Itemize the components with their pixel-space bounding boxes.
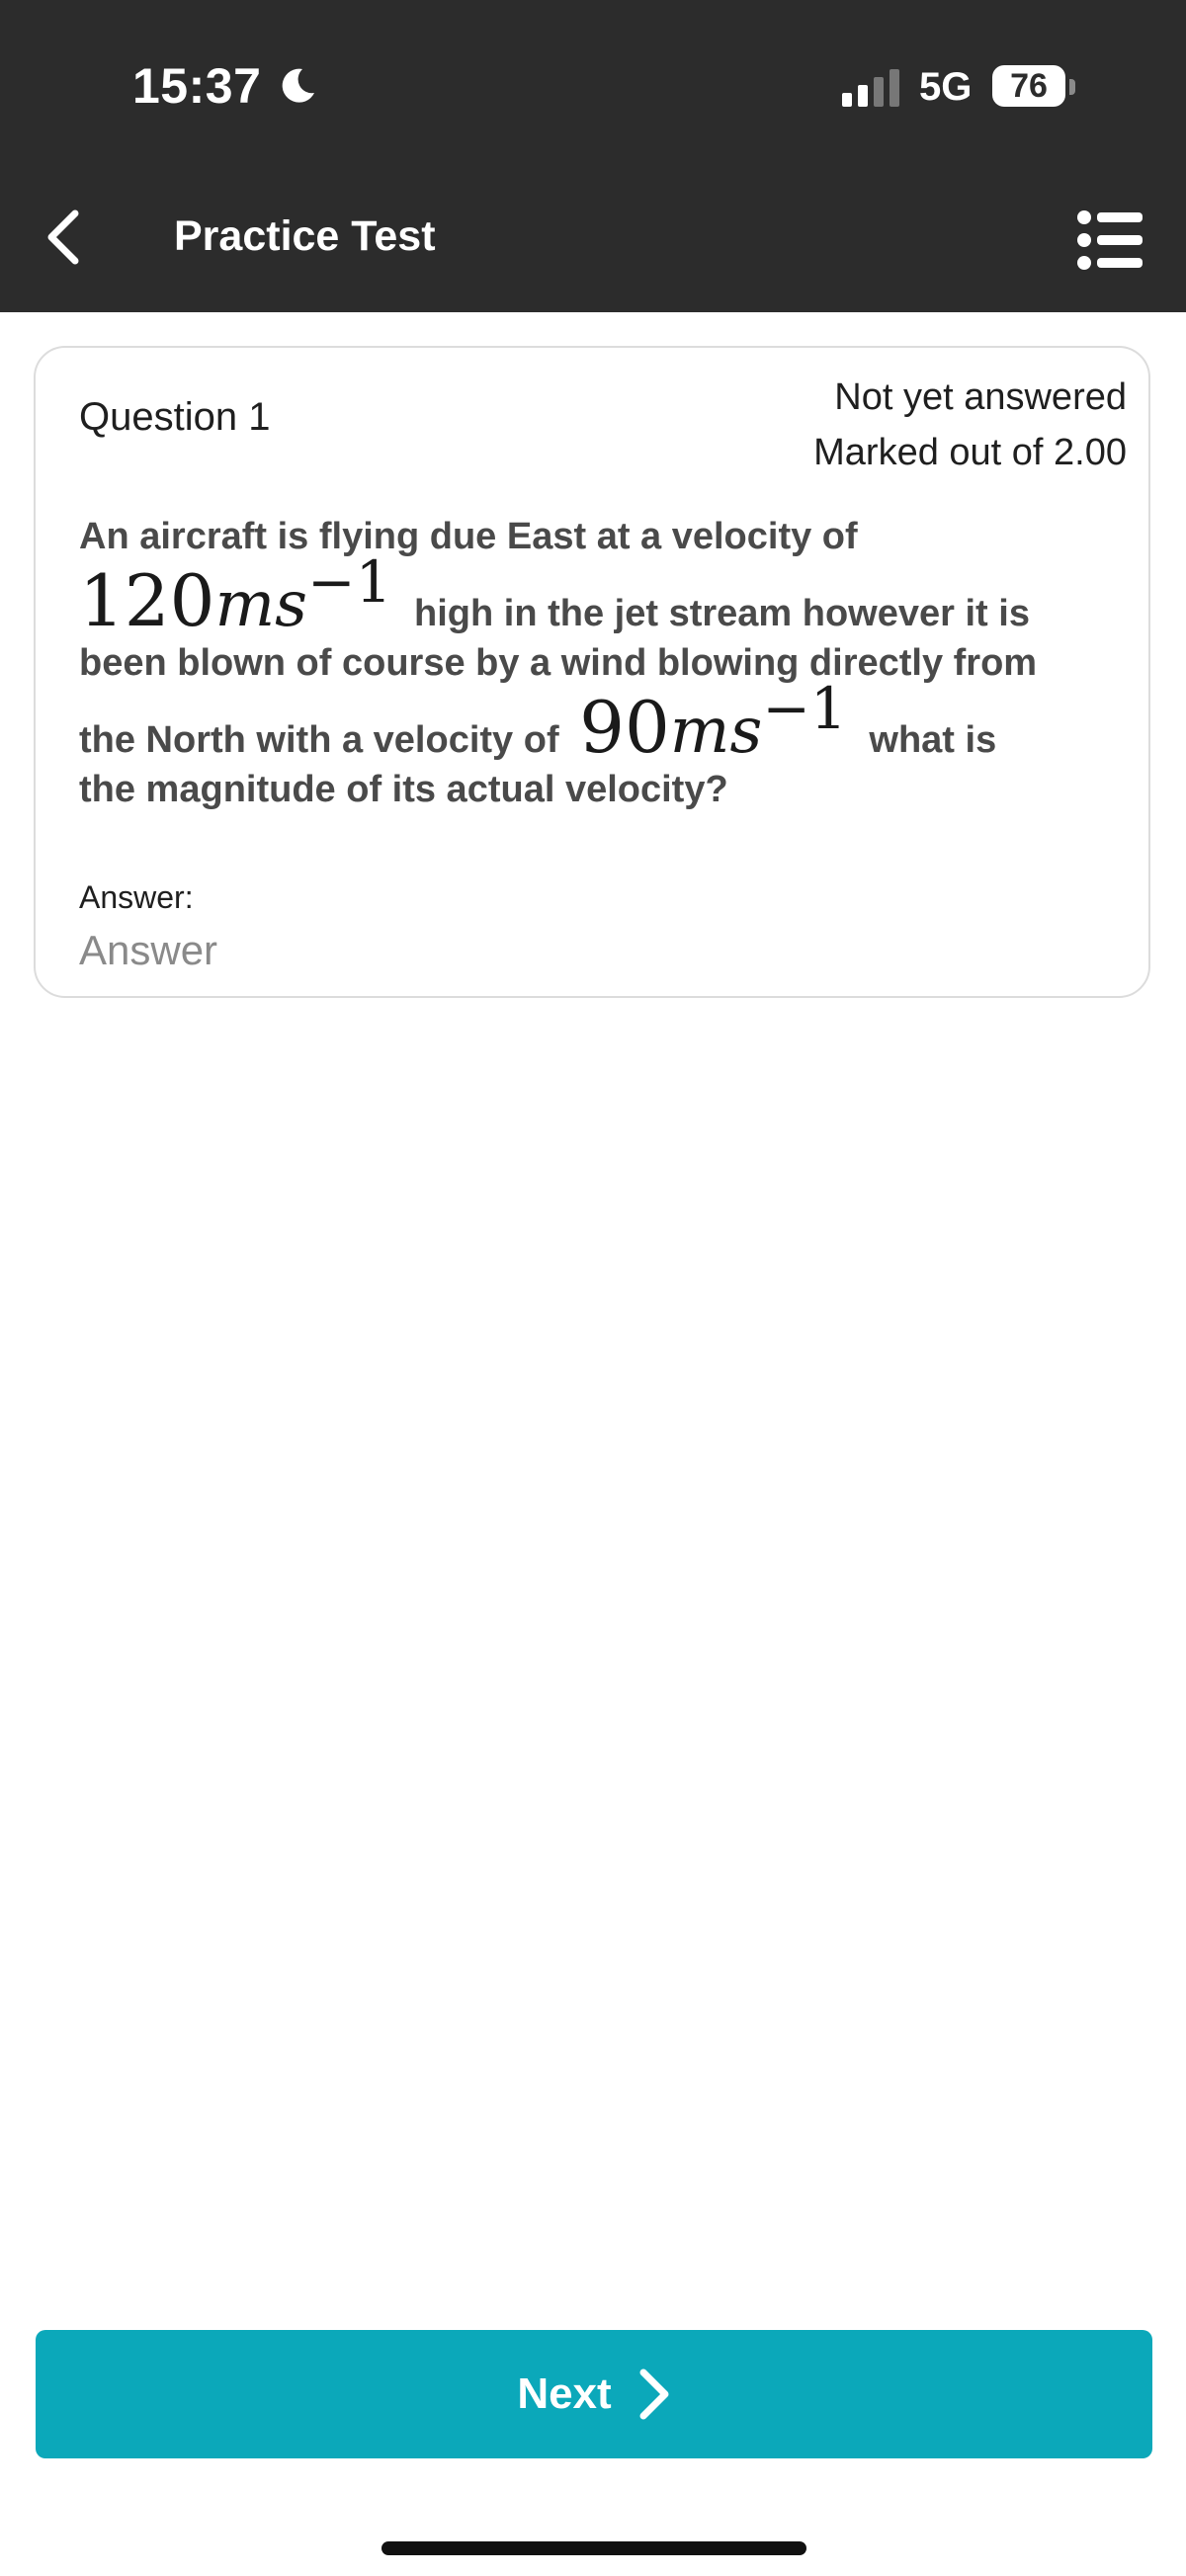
question-text-part: the magnitude of its actual velocity? — [79, 769, 728, 810]
question-status: Not yet answered Marked out of 2.00 — [813, 370, 1127, 480]
chevron-right-icon — [639, 2368, 669, 2420]
battery-level: 76 — [1010, 66, 1048, 105]
battery-indicator: 76 — [992, 65, 1065, 107]
top-bar: 15:37 5G 76 Practice Test — [0, 0, 1186, 312]
network-type: 5G — [919, 65, 973, 109]
question-card: Question 1 Not yet answered Marked out o… — [34, 346, 1150, 998]
page-title: Practice Test — [174, 212, 436, 260]
list-menu-icon[interactable] — [1075, 208, 1144, 273]
signal-icon — [842, 69, 899, 107]
velocity-1: 120ms−1 — [79, 548, 391, 642]
answer-input[interactable] — [79, 921, 1107, 980]
question-text-part: what is — [869, 719, 997, 761]
next-button-label: Next — [517, 2369, 612, 2418]
battery-cap — [1069, 79, 1075, 95]
back-button[interactable] — [38, 206, 91, 269]
home-indicator[interactable] — [381, 2541, 806, 2555]
velocity-1-unit: ms — [214, 568, 307, 641]
velocity-1-value: 120 — [79, 559, 215, 642]
next-button[interactable]: Next — [36, 2330, 1152, 2458]
status-time: 15:37 — [132, 58, 262, 114]
question-text-part: high in the jet stream however it is — [414, 593, 1030, 634]
question-text-part: An aircraft is flying due East at a velo… — [79, 516, 858, 557]
answer-label: Answer: — [79, 879, 194, 915]
question-line: the North with a velocity of 90ms−1 what… — [79, 675, 997, 769]
question-text-part: the North with a velocity of — [79, 719, 559, 761]
question-number: Question 1 — [79, 395, 271, 439]
question-line: the magnitude of its actual velocity? — [79, 769, 728, 811]
velocity-2: 90ms−1 — [579, 675, 847, 769]
velocity-2-unit: ms — [669, 695, 763, 768]
moon-icon — [282, 68, 314, 103]
velocity-2-value: 90 — [579, 686, 670, 769]
question-line: 120ms−1 high in the jet stream however i… — [79, 548, 1030, 642]
question-text-part: been blown of course by a wind blowing d… — [79, 642, 1038, 684]
velocity-2-exponent: −1 — [762, 675, 847, 742]
question-line: been blown of course by a wind blowing d… — [79, 642, 1037, 685]
answer-state: Not yet answered — [834, 376, 1127, 418]
question-line: An aircraft is flying due East at a velo… — [79, 516, 858, 558]
velocity-1-exponent: −1 — [306, 548, 392, 616]
question-marks: Marked out of 2.00 — [813, 432, 1127, 473]
